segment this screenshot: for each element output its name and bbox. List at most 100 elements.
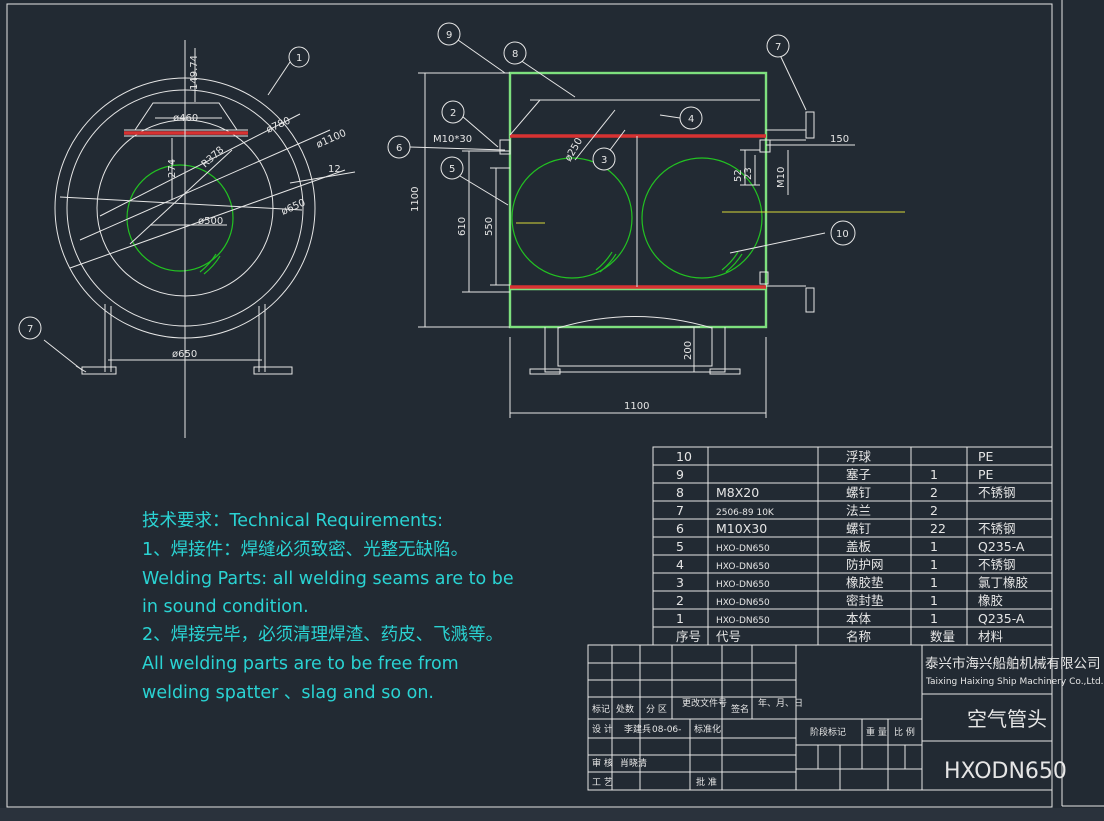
drawing-name: 空气管头 [967,707,1047,731]
tb-weight: 重 量 [866,726,887,738]
bom-cell-name: 防护网 [846,557,884,572]
cad-drawing: ø460 ø780 ø1100 ø650 ø500 R378 274 149.7… [0,0,1104,821]
notes-line-7: welding spatter 、slag and so on. [142,683,434,703]
bom-cell-name: 螺钉 [846,485,872,500]
balloon-4: 4 [679,106,703,130]
svg-text:9: 9 [446,30,452,41]
bom-cell-material: 不锈钢 [978,557,1016,572]
bom-cell-name: 法兰 [846,503,871,518]
bom-cell-no: 1 [676,611,684,626]
tb-sign: 签名 [731,703,749,715]
balloon-2: 2 [441,100,465,124]
balloon-5: 5 [440,156,464,180]
tb-design-date: 08-06- [652,725,681,735]
bom-cell-code: HXO-DN650 [716,544,770,554]
svg-text:4: 4 [688,114,694,125]
dim-d460: ø460 [173,113,198,124]
bom-cell-code: HXO-DN650 [716,616,770,626]
bom-cell-name: 密封垫 [846,593,884,608]
dim-d500: ø500 [198,216,223,227]
tb-stage-mark: 阶段标记 [810,726,846,738]
dim-12: 12 [328,164,341,175]
balloon-9: 9 [437,22,461,46]
bom-cell-name: 本体 [846,611,872,626]
bom-cell-code: M8X20 [716,485,759,500]
dim-149: 149.74 [189,55,200,90]
bom-cell-code: HXO-DN650 [716,598,770,608]
balloon-10: 10 [830,220,856,246]
bom-cell-material: Q235-A [978,611,1025,626]
dim-1100-height: 1100 [410,187,421,212]
company-name-en: Taixing Haixing Ship Machinery Co.,Ltd. [925,677,1104,687]
dim-274: 274 [167,159,178,178]
bom-cell-qty: 2 [930,485,938,500]
bom-cell-qty: 1 [930,611,938,626]
bom-cell-code: HXO-DN650 [716,562,770,572]
bom-cell-no: 8 [676,485,684,500]
dim-m10: M10 [776,167,787,188]
balloon-3: 3 [592,147,616,171]
bom-cell-no: 7 [676,503,684,518]
bom-cell-code: M10X30 [716,521,767,536]
drawing-number: HXODN650 [944,759,1067,784]
bom-cell-material: 不锈钢 [978,521,1016,536]
notes-line-1: 技术要求：Technical Requirements: [142,511,443,531]
svg-text:7: 7 [27,324,33,335]
dim-23: 23 [743,167,754,180]
tb-change-doc: 更改文件号 [682,697,727,709]
tb-checker: 肖晓清 [620,757,647,769]
bom-cell-qty: 2 [930,503,938,518]
dim-550: 550 [484,217,495,236]
svg-text:10: 10 [836,229,849,240]
bom-cell-material: 不锈钢 [978,485,1016,500]
bom-cell-qty: 22 [930,521,946,536]
bom-cell-no: 9 [676,467,684,482]
svg-text:2: 2 [450,108,456,119]
tb-date: 年、月、日 [758,697,803,709]
bom-cell-no: 5 [676,539,684,554]
notes-line-3: Welding Parts: all welding seams are to … [142,569,514,589]
balloon-7-right: 7 [766,34,790,58]
bom-cell-no: 10 [676,449,692,464]
notes-line-2: 1、焊接件：焊缝必须致密、光整无缺陷。 [142,540,468,560]
notes-line-5: 2、焊接完毕，必须清理焊渣、药皮、飞溅等。 [142,625,503,645]
bom-cell-name: 盖板 [846,539,872,554]
bom-cell-name: 橡胶垫 [846,575,884,590]
dim-200: 200 [683,341,694,360]
bom-cell-material: 氯丁橡胶 [978,575,1028,590]
svg-text:5: 5 [449,164,455,175]
dim-1100-width: 1100 [624,401,649,412]
bom-header-qty: 数量 [930,629,955,644]
svg-text:8: 8 [512,49,518,60]
bom-header-code: 代号 [716,629,741,644]
bom-cell-name: 浮球 [846,449,872,464]
dim-m10x30: M10*30 [433,134,472,145]
tb-design: 设 计 [592,723,613,735]
balloon-6: 6 [387,135,411,159]
bom-cell-material: Q235-A [978,539,1025,554]
tb-approve: 批 准 [696,776,717,788]
tb-standardize: 标准化 [694,723,721,735]
bom-cell-qty: 1 [930,539,938,554]
dim-d650-legs: ø650 [172,349,197,360]
notes-line-4: in sound condition. [142,597,309,617]
bom-cell-qty: 1 [930,467,938,482]
svg-text:6: 6 [396,143,402,154]
bom-cell-no: 2 [676,593,684,608]
bom-cell-qty: 1 [930,575,938,590]
bom-header-material: 材料 [978,629,1004,644]
svg-text:7: 7 [775,42,781,53]
svg-text:3: 3 [601,155,607,166]
tb-scale: 比 例 [894,726,915,738]
notes-line-6: All welding parts are to be free from [142,654,459,674]
bom-cell-material: PE [978,449,994,464]
bom-cell-material: PE [978,467,994,482]
dim-150: 150 [830,134,849,145]
balloon-7-left: 7 [18,316,42,340]
bom-cell-material: 橡胶 [978,593,1003,608]
bom-cell-no: 3 [676,575,684,590]
bom-cell-no: 4 [676,557,684,572]
bom-cell-qty: 1 [930,557,938,572]
tb-mark: 标记 [592,703,610,715]
tb-designer: 李建兵 [624,723,651,735]
